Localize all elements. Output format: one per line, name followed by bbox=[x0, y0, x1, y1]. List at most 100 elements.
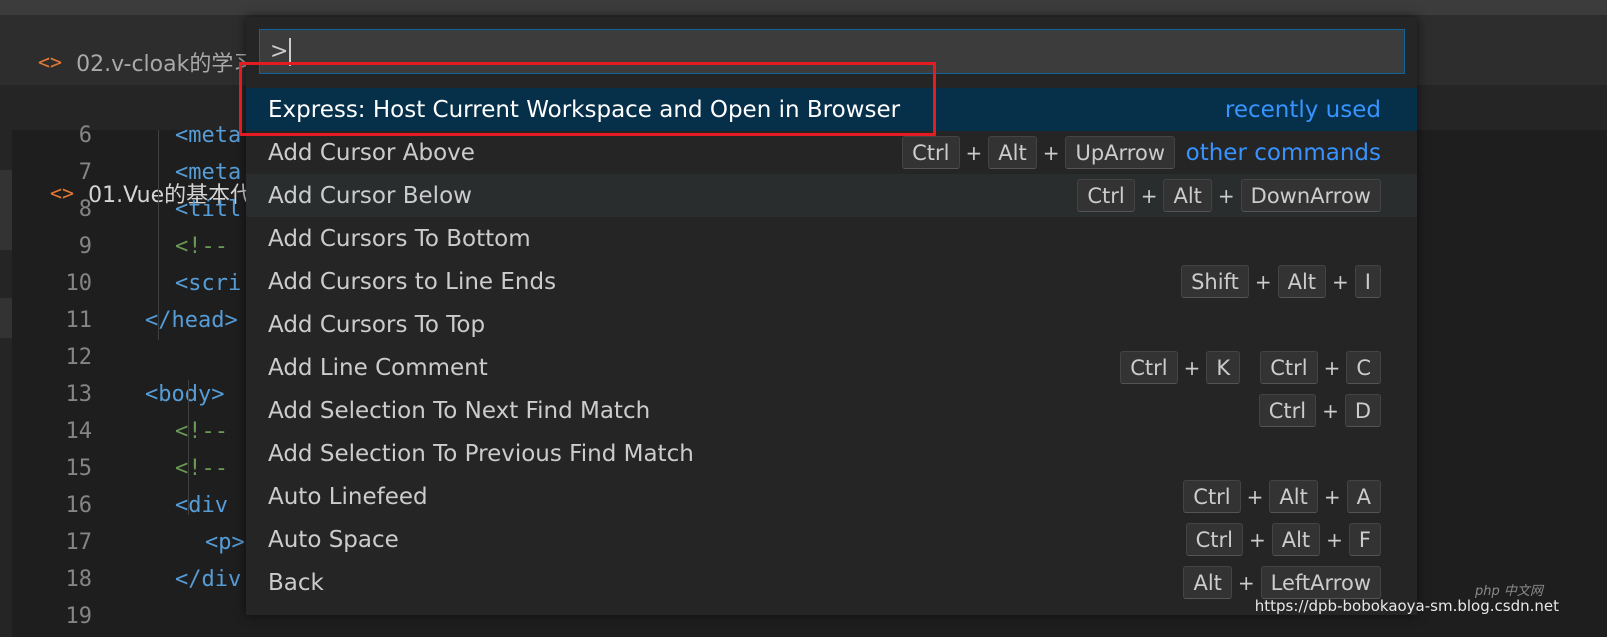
keybinding: Ctrl + D bbox=[1258, 394, 1381, 427]
key-cap: K bbox=[1206, 351, 1241, 384]
line-number: 14 bbox=[65, 419, 93, 444]
keybinding: Alt + LeftArrow bbox=[1183, 566, 1381, 599]
line-code: </div bbox=[175, 567, 242, 592]
line-number: 12 bbox=[65, 345, 93, 370]
line-number: 8 bbox=[78, 197, 92, 222]
key-plus: + bbox=[1254, 269, 1272, 294]
key-cap: Alt bbox=[1183, 566, 1232, 599]
key-cap: Alt bbox=[1269, 480, 1318, 513]
key-cap: I bbox=[1354, 265, 1381, 298]
command-item[interactable]: Add Cursors to Line Ends Shift + Alt + I bbox=[246, 260, 1417, 303]
key-plus: + bbox=[1332, 269, 1349, 294]
command-label: Add Selection To Next Find Match bbox=[268, 397, 651, 424]
command-item[interactable]: Add Cursors To Top bbox=[246, 303, 1417, 346]
command-group-tag: recently used bbox=[1224, 96, 1381, 123]
key-cap: Alt bbox=[1271, 523, 1321, 556]
code-line[interactable]: 11 </head> bbox=[12, 302, 238, 339]
key-cap: D bbox=[1344, 394, 1381, 427]
line-number: 17 bbox=[65, 530, 93, 555]
command-item[interactable]: Add Cursor Above other commands Ctrl + Alt + U… bbox=[246, 131, 1417, 174]
code-line[interactable]: 19 bbox=[12, 598, 93, 635]
code-line[interactable]: 18 </div bbox=[12, 561, 242, 598]
key-plus: + bbox=[1246, 484, 1264, 509]
code-line[interactable]: 9 <!-- bbox=[12, 228, 228, 265]
key-cap: LeftArrow bbox=[1260, 566, 1381, 599]
code-line[interactable]: 12 bbox=[12, 339, 93, 376]
key-cap: Alt bbox=[988, 136, 1037, 169]
line-code: <meta bbox=[175, 160, 242, 185]
keybinding: Ctrl + Alt + DownArrow bbox=[1077, 179, 1381, 212]
command-item[interactable]: Add Cursors To Bottom bbox=[246, 217, 1417, 260]
code-line[interactable]: 13 <body> bbox=[12, 376, 225, 413]
key-plus: + bbox=[1326, 527, 1343, 552]
line-code: <!-- bbox=[175, 234, 242, 259]
line-code: <!-- bbox=[175, 419, 242, 444]
command-label: Back bbox=[268, 569, 324, 596]
command-label: Add Cursors To Top bbox=[268, 311, 486, 338]
key-plus: + bbox=[1183, 355, 1201, 380]
line-number: 16 bbox=[65, 493, 93, 518]
key-cap: Ctrl bbox=[1185, 523, 1243, 556]
line-code: <div bbox=[175, 493, 242, 518]
command-label: Add Cursors To Bottom bbox=[268, 225, 531, 252]
keybinding: Ctrl + Alt + F bbox=[1185, 523, 1381, 556]
command-item[interactable]: Add Selection To Next Find Match Ctrl + D bbox=[246, 389, 1417, 432]
key-cap: Shift bbox=[1181, 265, 1249, 298]
tab-label: 02.v-cloak的学习 bbox=[76, 52, 256, 77]
keybinding: Ctrl + Alt + A bbox=[1183, 480, 1381, 513]
command-input-value: > bbox=[270, 39, 289, 64]
code-line[interactable]: 6 <meta bbox=[12, 117, 241, 154]
key-cap: Ctrl bbox=[1183, 480, 1241, 513]
key-plus: + bbox=[1323, 355, 1341, 380]
key-plus: + bbox=[1322, 398, 1339, 423]
command-item[interactable]: Back Alt + LeftArrow bbox=[246, 561, 1417, 604]
key-cap: Ctrl bbox=[1258, 394, 1317, 427]
key-cap: UpArrow bbox=[1065, 136, 1175, 169]
key-cap: Alt bbox=[1277, 265, 1327, 298]
key-cap: C bbox=[1346, 351, 1381, 384]
code-line[interactable]: 7 <meta bbox=[12, 154, 241, 191]
code-line[interactable]: 8 <titl bbox=[12, 191, 241, 228]
command-label: Auto Space bbox=[268, 526, 399, 553]
key-cap: Ctrl bbox=[1120, 351, 1178, 384]
line-code: <titl bbox=[175, 197, 242, 222]
side-panel-segment bbox=[0, 170, 12, 250]
key-plus: + bbox=[1042, 140, 1060, 165]
line-code: <!-- bbox=[175, 456, 242, 481]
line-number: 13 bbox=[65, 382, 93, 407]
code-line[interactable]: 17 <p> bbox=[12, 524, 245, 561]
line-code: <body> bbox=[145, 382, 225, 407]
window-title-bar bbox=[0, 0, 1607, 15]
html-file-icon: <> bbox=[38, 50, 63, 74]
code-line[interactable]: 15 <!-- bbox=[12, 450, 228, 487]
keybinding: Shift + Alt + I bbox=[1181, 265, 1381, 298]
key-cap: DownArrow bbox=[1240, 179, 1381, 212]
command-item[interactable]: Auto Linefeed Ctrl + Alt + A bbox=[246, 475, 1417, 518]
key-cap: A bbox=[1346, 480, 1381, 513]
line-number: 7 bbox=[78, 160, 92, 185]
key-cap: F bbox=[1348, 523, 1381, 556]
key-plus: + bbox=[965, 140, 983, 165]
key-cap: Ctrl bbox=[1077, 179, 1135, 212]
command-item[interactable]: Add Selection To Previous Find Match bbox=[246, 432, 1417, 475]
key-plus: + bbox=[1217, 183, 1235, 208]
line-code: <meta bbox=[175, 123, 242, 148]
command-item[interactable]: Add Cursor Below Ctrl + Alt + DownArrow bbox=[246, 174, 1417, 217]
line-number: 15 bbox=[65, 456, 93, 481]
annotation-highlight-box bbox=[239, 62, 936, 136]
key-plus: + bbox=[1237, 570, 1255, 595]
code-line[interactable]: 16 <div bbox=[12, 487, 228, 524]
command-label: Add Cursor Above bbox=[268, 139, 475, 166]
url-watermark: https://dpb-bobokaoya-sm.blog.csdn.net bbox=[1254, 597, 1559, 615]
code-line[interactable]: 10 <scri bbox=[12, 265, 242, 302]
command-group-tag: other commands bbox=[1185, 139, 1381, 166]
indent-guide bbox=[188, 380, 189, 515]
command-item[interactable]: Auto Space Ctrl + Alt + F bbox=[246, 518, 1417, 561]
keybinding: Ctrl + K Ctrl + C bbox=[1120, 351, 1381, 384]
code-line[interactable]: 14 <!-- bbox=[12, 413, 228, 450]
line-number: 18 bbox=[65, 567, 93, 592]
line-number: 11 bbox=[65, 308, 93, 333]
command-label: Auto Linefeed bbox=[268, 483, 428, 510]
side-panel-segment bbox=[0, 298, 12, 338]
command-item[interactable]: Add Line Comment Ctrl + K Ctrl + C bbox=[246, 346, 1417, 389]
